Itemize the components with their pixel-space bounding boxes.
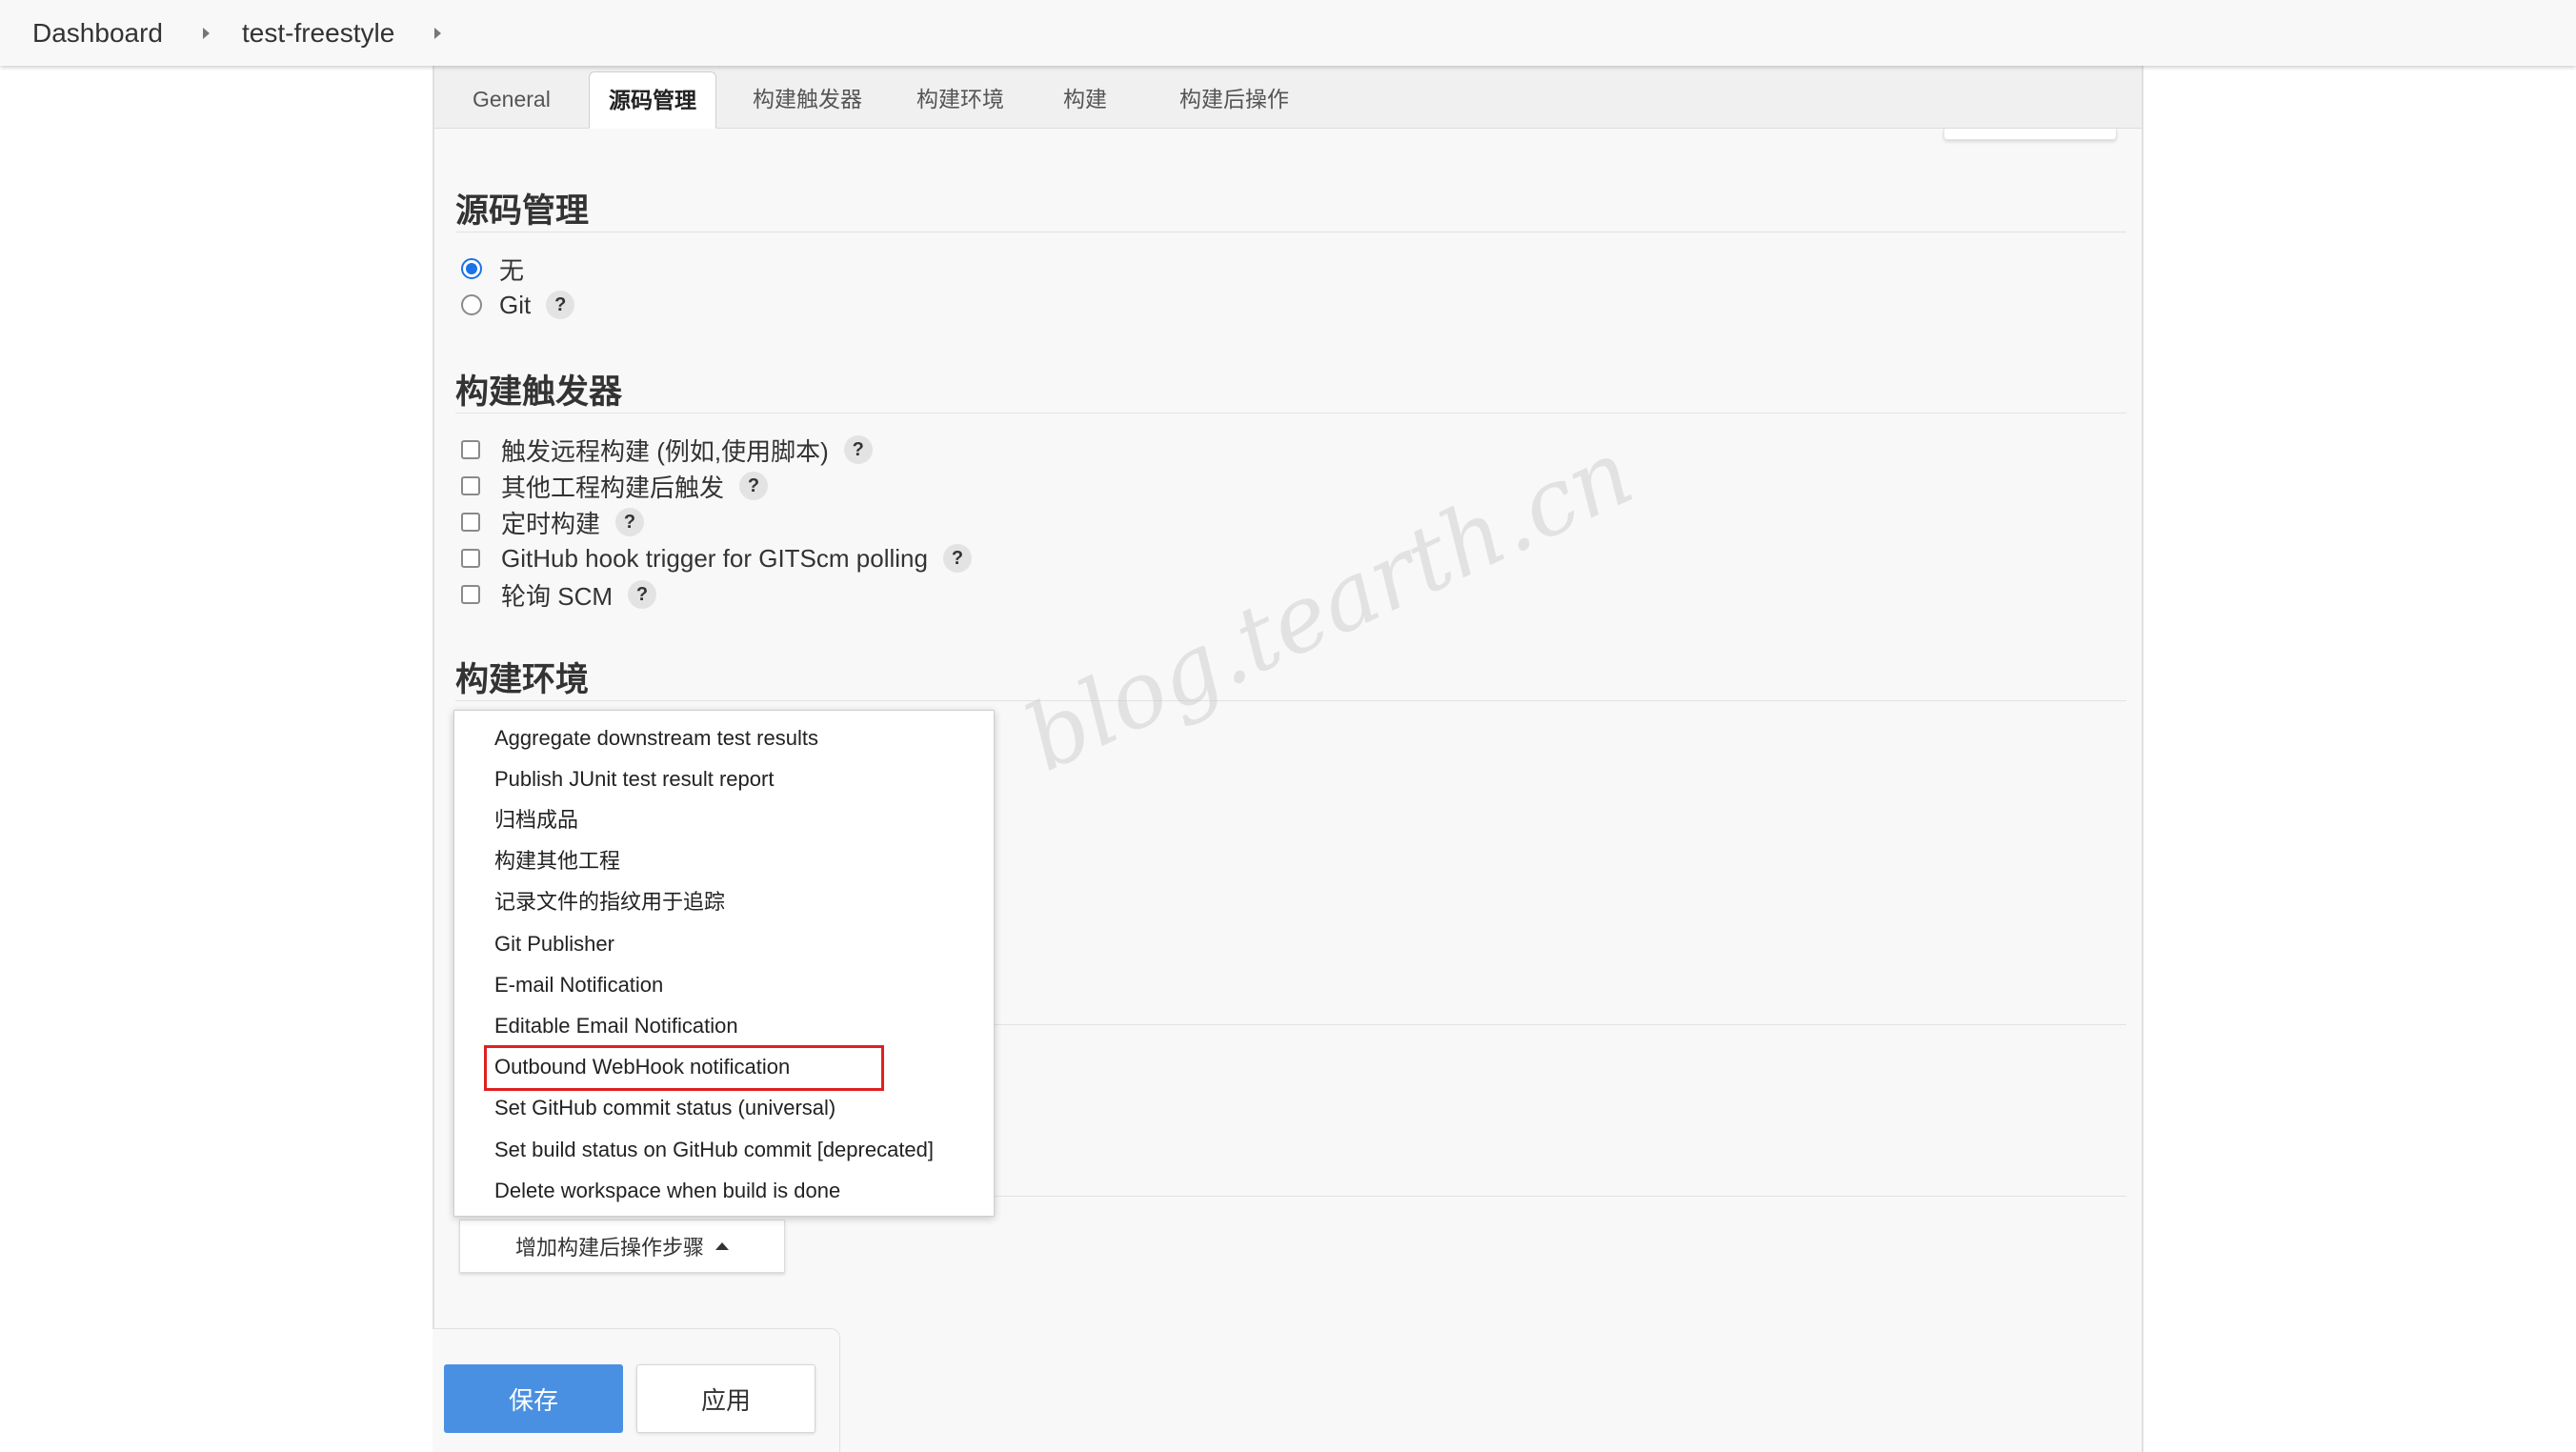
trigger-label: GitHub hook trigger for GITScm polling — [501, 543, 928, 573]
menu-item[interactable]: Delete workspace when build is done — [494, 1175, 840, 1207]
tab-scm[interactable]: 源码管理 — [589, 71, 716, 129]
section-title-triggers: 构建触发器 — [455, 373, 623, 411]
scm-option-git[interactable]: Git ? — [461, 289, 575, 321]
trigger-remote[interactable]: 触发远程构建 (例如,使用脚本) ? — [461, 434, 873, 466]
trigger-github-hook[interactable]: GitHub hook trigger for GITScm polling ? — [461, 542, 972, 575]
breadcrumb-bar: Dashboard test-freestyle — [0, 0, 2576, 66]
apply-button[interactable]: 应用 — [636, 1364, 815, 1433]
menu-item[interactable]: Aggregate downstream test results — [494, 722, 818, 755]
checkbox[interactable] — [461, 440, 480, 459]
breadcrumb-separator-icon[interactable] — [434, 27, 442, 39]
help-icon[interactable]: ? — [942, 544, 972, 573]
highlight-annotation-box — [484, 1045, 884, 1091]
scm-option-label: 无 — [499, 255, 525, 285]
checkbox[interactable] — [461, 585, 480, 604]
menu-item[interactable]: Set build status on GitHub commit [depre… — [494, 1134, 934, 1166]
menu-item[interactable]: 记录文件的指纹用于追踪 — [494, 886, 725, 918]
help-icon[interactable]: ? — [739, 472, 769, 500]
config-tabs: General 源码管理 构建触发器 构建环境 构建 构建后操作 — [434, 66, 2142, 129]
add-post-build-step-button[interactable]: 增加构建后操作步骤 — [459, 1220, 785, 1273]
section-divider — [455, 700, 2126, 701]
help-icon[interactable]: ? — [615, 508, 645, 536]
radio-git[interactable] — [461, 294, 482, 315]
breadcrumb-project[interactable]: test-freestyle — [242, 18, 394, 49]
trigger-label: 触发远程构建 (例如,使用脚本) — [501, 436, 829, 466]
tab-post-build[interactable]: 构建后操作 — [1160, 71, 1308, 129]
help-icon[interactable]: ? — [843, 435, 873, 464]
trigger-label: 轮询 SCM — [501, 581, 614, 611]
trigger-cron[interactable]: 定时构建 ? — [461, 506, 645, 538]
menu-item[interactable]: E-mail Notification — [494, 969, 663, 1001]
menu-item[interactable]: Editable Email Notification — [494, 1010, 738, 1042]
help-icon[interactable]: ? — [546, 291, 575, 319]
section-title-build-env: 构建环境 — [455, 661, 590, 698]
breadcrumb-separator-icon[interactable] — [202, 27, 210, 39]
menu-item[interactable]: Set GitHub commit status (universal) — [494, 1092, 835, 1124]
tab-triggers[interactable]: 构建触发器 — [734, 71, 881, 129]
tab-build[interactable]: 构建 — [1044, 71, 1126, 129]
breadcrumb-dashboard[interactable]: Dashboard — [32, 18, 163, 49]
scm-option-none[interactable]: 无 — [461, 252, 524, 285]
scm-option-label: Git — [499, 290, 532, 319]
menu-item[interactable]: Git Publisher — [494, 928, 614, 960]
menu-item[interactable]: Publish JUnit test result report — [494, 763, 774, 796]
trigger-label: 其他工程构建后触发 — [501, 473, 725, 502]
save-button[interactable]: 保存 — [444, 1364, 623, 1433]
checkbox[interactable] — [461, 549, 480, 568]
add-step-label: 增加构建后操作步骤 — [514, 1236, 704, 1260]
floating-panel-edge — [1943, 129, 2117, 140]
caret-up-icon — [715, 1242, 729, 1250]
checkbox[interactable] — [461, 476, 480, 495]
menu-item[interactable]: 构建其他工程 — [494, 845, 620, 877]
tab-build-env[interactable]: 构建环境 — [897, 71, 1023, 129]
trigger-poll-scm[interactable]: 轮询 SCM ? — [461, 578, 657, 611]
checkbox[interactable] — [461, 513, 480, 532]
trigger-upstream[interactable]: 其他工程构建后触发 ? — [461, 470, 769, 502]
post-build-menu: Aggregate downstream test results Publis… — [453, 710, 995, 1217]
help-icon[interactable]: ? — [628, 580, 657, 609]
radio-none[interactable] — [461, 258, 482, 279]
tab-general[interactable]: General — [453, 71, 570, 129]
section-title-scm: 源码管理 — [455, 192, 590, 230]
menu-item[interactable]: 归档成品 — [494, 804, 578, 837]
trigger-label: 定时构建 — [501, 509, 601, 538]
